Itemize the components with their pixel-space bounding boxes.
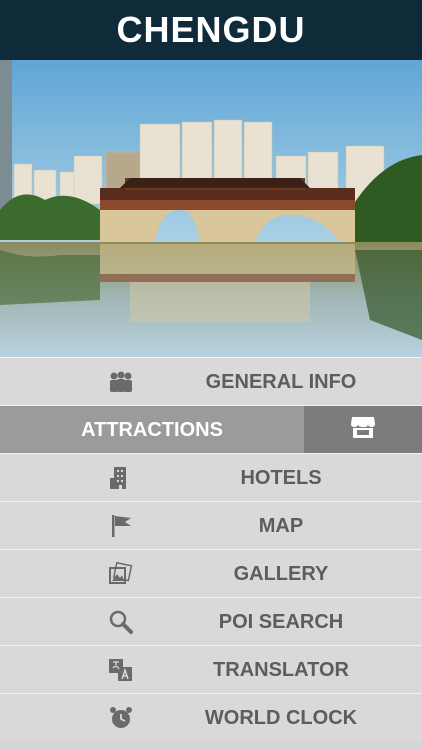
store-icon bbox=[350, 415, 376, 444]
people-icon bbox=[108, 370, 134, 394]
menu-item-translator[interactable]: TRANSLATOR bbox=[0, 645, 422, 693]
main-menu: GENERAL INFO ATTRACTIONS HOTELS MAP GALL… bbox=[0, 357, 422, 750]
menu-item-label: TRANSLATOR bbox=[213, 658, 349, 681]
menu-item-poi-search[interactable]: POI SEARCH bbox=[0, 597, 422, 645]
translate-icon bbox=[108, 658, 134, 682]
app-screen: CHENGDU GENERAL INFO ATTRACTIONS HOTELS … bbox=[0, 0, 422, 750]
menu-item-hotels[interactable]: HOTELS bbox=[0, 453, 422, 501]
building-icon bbox=[108, 466, 134, 490]
menu-item-world-clock[interactable]: WORLD CLOCK bbox=[0, 693, 422, 741]
menu-item-label: ATTRACTIONS bbox=[81, 418, 223, 441]
menu-item-label: GENERAL INFO bbox=[205, 370, 357, 393]
menu-item-map[interactable]: MAP bbox=[0, 501, 422, 549]
menu-item-gallery[interactable]: GALLERY bbox=[0, 549, 422, 597]
menu-item-label: MAP bbox=[258, 514, 304, 537]
app-header: CHENGDU bbox=[0, 0, 422, 60]
menu-item-general-info[interactable]: GENERAL INFO bbox=[0, 357, 422, 405]
menu-item-label: HOTELS bbox=[240, 466, 322, 489]
city-photo bbox=[0, 60, 422, 357]
menu-item-label: WORLD CLOCK bbox=[204, 706, 358, 729]
menu-item-label: GALLERY bbox=[233, 562, 329, 585]
attractions-side-panel[interactable] bbox=[304, 406, 422, 453]
alarm-clock-icon bbox=[108, 706, 134, 730]
page-title: CHENGDU bbox=[116, 9, 306, 50]
magnifier-icon bbox=[108, 610, 134, 634]
gallery-icon bbox=[108, 562, 134, 586]
menu-item-attractions[interactable]: ATTRACTIONS bbox=[0, 405, 422, 453]
flag-icon bbox=[108, 514, 134, 538]
menu-item-label: POI SEARCH bbox=[218, 610, 344, 633]
